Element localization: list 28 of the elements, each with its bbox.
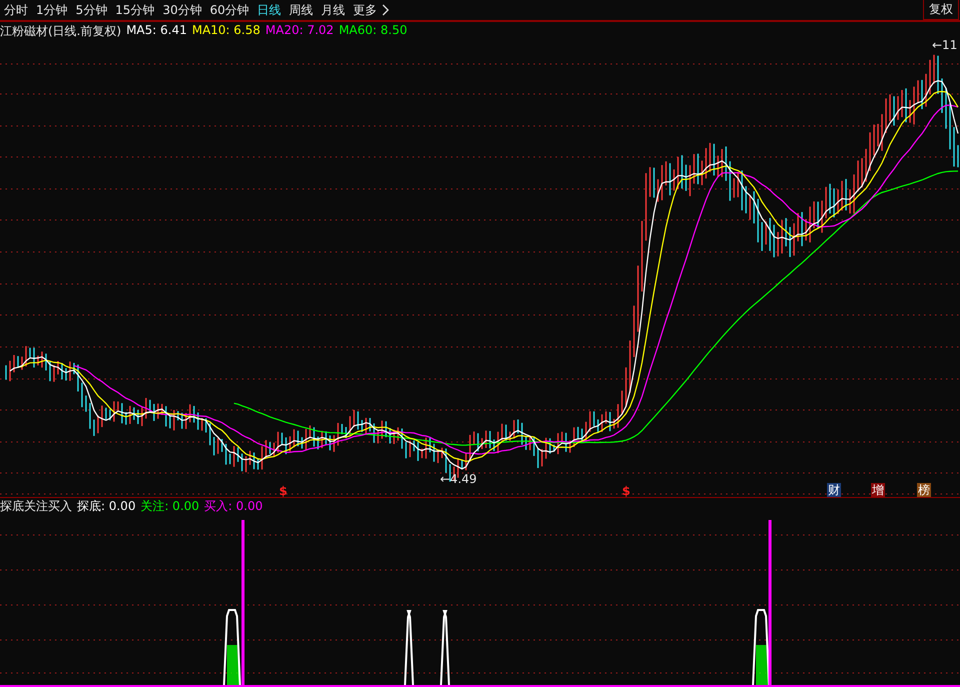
signal-marker: $ <box>279 484 288 497</box>
signal-marker: $ <box>622 484 630 497</box>
event-badge[interactable]: 增 <box>871 483 885 497</box>
indicator-value: 买入: 0.00 <box>204 498 263 515</box>
restore-button[interactable]: 复权 <box>923 0 959 20</box>
indicator-value: 关注: 0.00 <box>140 498 200 515</box>
period-tab[interactable]: 60分钟 <box>206 2 254 18</box>
indicator-value: 探底: 0.00 <box>77 498 136 515</box>
period-tab[interactable]: 30分钟 <box>158 2 206 18</box>
period-tab[interactable]: 月线 <box>317 2 350 18</box>
ma-value: MA60: 8.50 <box>338 23 408 39</box>
low-price-label: ←4.49 <box>440 472 477 486</box>
more-button[interactable]: 更多 <box>349 2 394 18</box>
ma-value: MA10: 6.58 <box>192 23 260 39</box>
ma-value: MA20: 7.02 <box>265 23 334 39</box>
period-tab[interactable]: 1分钟 <box>32 2 72 18</box>
indicator-title: 探底关注买入 <box>0 498 72 515</box>
period-tab[interactable]: 周线 <box>285 2 318 18</box>
high-price-label: ←11 <box>932 38 958 52</box>
chevron-right-icon <box>382 4 390 16</box>
event-badge[interactable]: 榜 <box>917 483 931 497</box>
chart-title: 江粉磁材(日线.前复权) <box>0 23 122 40</box>
period-tab[interactable]: 日线 <box>253 2 286 18</box>
ma-value: MA5: 6.41 <box>126 23 187 39</box>
event-badge[interactable]: 财 <box>827 483 841 497</box>
period-tab[interactable]: 15分钟 <box>111 2 159 18</box>
period-tab[interactable]: 5分钟 <box>72 2 112 18</box>
period-tab[interactable]: 分时 <box>0 2 32 18</box>
